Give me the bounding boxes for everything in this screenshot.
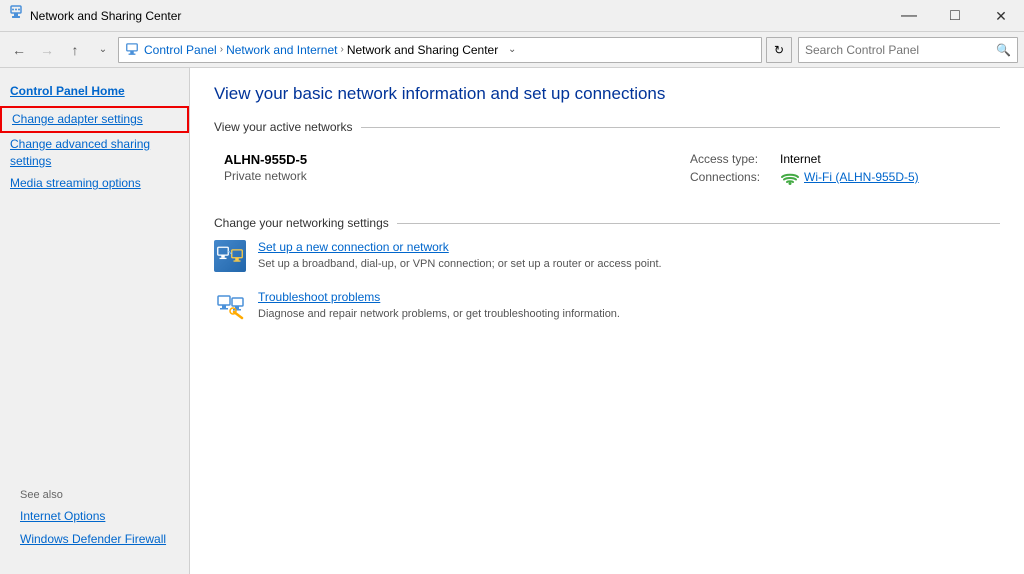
new-connection-icon (214, 240, 246, 272)
breadcrumb: Control Panel › Network and Internet › N… (118, 37, 762, 63)
forward-button[interactable]: → (34, 37, 60, 63)
network-left-panel: ALHN-955D-5 Private network (214, 144, 680, 196)
troubleshoot-link[interactable]: Troubleshoot problems (258, 290, 620, 304)
search-input[interactable] (805, 43, 996, 57)
new-connection-desc: Set up a broadband, dial-up, or VPN conn… (258, 258, 662, 270)
search-submit-button[interactable]: 🔍 (996, 43, 1011, 57)
content-area: View your basic network information and … (190, 68, 1024, 574)
networking-settings-label: Change your networking settings (214, 216, 389, 230)
wifi-connection-link[interactable]: Wi-Fi (ALHN-955D-5) (804, 170, 919, 184)
sidebar-media-streaming[interactable]: Media streaming options (0, 172, 189, 195)
network-type: Private network (224, 169, 670, 183)
window-controls: — □ ✕ (886, 0, 1024, 32)
see-also-label: See also (10, 485, 179, 505)
connections-label: Connections: (690, 170, 780, 184)
new-connection-item: Set up a new connection or network Set u… (214, 240, 1000, 272)
page-title: View your basic network information and … (214, 84, 1000, 104)
access-type-label: Access type: (690, 152, 780, 166)
main-container: Control Panel Home Change adapter settin… (0, 68, 1024, 574)
sidebar-change-advanced-sharing[interactable]: Change advanced sharing settings (0, 133, 189, 173)
new-connection-svg (216, 242, 244, 270)
access-type-value: Internet (780, 152, 821, 166)
search-box[interactable]: 🔍 (798, 37, 1018, 63)
troubleshoot-icon (214, 290, 246, 322)
up-button[interactable]: ↑ (62, 37, 88, 63)
sidebar-control-panel-home[interactable]: Control Panel Home (0, 78, 189, 106)
address-bar: ← → ↑ ⌄ Control Panel › Network and Inte… (0, 32, 1024, 68)
troubleshoot-svg (214, 290, 246, 322)
breadcrumb-current: Network and Sharing Center (347, 43, 498, 57)
minimize-button[interactable]: — (886, 0, 932, 32)
sidebar-change-adapter-settings[interactable]: Change adapter settings (0, 106, 189, 133)
new-connection-text: Set up a new connection or network Set u… (258, 240, 662, 270)
sidebar-internet-options[interactable]: Internet Options (10, 505, 179, 528)
network-name: ALHN-955D-5 (224, 152, 670, 167)
troubleshoot-desc: Diagnose and repair network problems, or… (258, 308, 620, 320)
networking-settings-section: Change your networking settings (214, 216, 1000, 322)
access-type-row: Access type: Internet (690, 152, 990, 166)
recent-button[interactable]: ⌄ (90, 37, 116, 63)
refresh-button[interactable]: ↻ (766, 37, 792, 63)
breadcrumb-control-panel[interactable]: Control Panel (144, 43, 217, 57)
active-networks-header: View your active networks (214, 120, 1000, 134)
app-icon (8, 5, 24, 26)
close-button[interactable]: ✕ (978, 0, 1024, 32)
window-title: Network and Sharing Center (30, 9, 1016, 23)
active-networks-label: View your active networks (214, 120, 353, 134)
breadcrumb-network-internet[interactable]: Network and Internet (226, 43, 337, 57)
connections-row: Connections: Wi-Fi (ALHN-955D-5) (690, 169, 990, 185)
networks-grid: ALHN-955D-5 Private network Access type:… (214, 144, 1000, 196)
troubleshoot-item: Troubleshoot problems Diagnose and repai… (214, 290, 1000, 322)
troubleshoot-text: Troubleshoot problems Diagnose and repai… (258, 290, 620, 320)
breadcrumb-dropdown[interactable]: ⌄ (502, 37, 522, 63)
sidebar-windows-defender-firewall[interactable]: Windows Defender Firewall (10, 528, 179, 551)
back-button[interactable]: ← (6, 37, 32, 63)
new-connection-link[interactable]: Set up a new connection or network (258, 240, 662, 254)
section-divider (361, 127, 1000, 128)
network-right-panel: Access type: Internet Connections: Wi-Fi… (680, 144, 1000, 196)
maximize-button[interactable]: □ (932, 0, 978, 32)
title-bar: Network and Sharing Center — □ ✕ (0, 0, 1024, 32)
wifi-signal-icon (780, 169, 800, 185)
section-divider-2 (397, 223, 1000, 224)
breadcrumb-icon (125, 43, 139, 57)
sidebar: Control Panel Home Change adapter settin… (0, 68, 190, 574)
networking-settings-header: Change your networking settings (214, 216, 1000, 230)
